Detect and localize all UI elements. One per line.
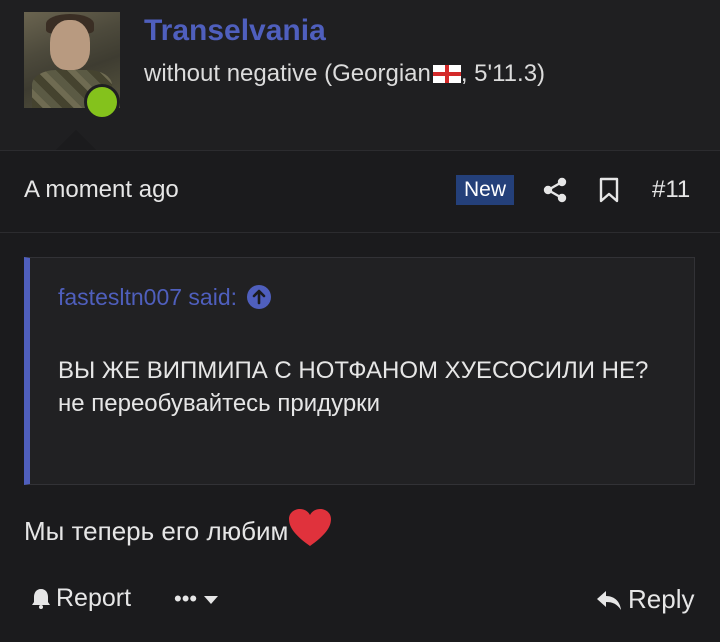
post-number-link[interactable]: #11 <box>652 176 690 204</box>
quote-author[interactable]: fastesltn007 said: <box>58 284 237 310</box>
share-icon[interactable] <box>542 177 568 203</box>
georgian-flag-icon <box>432 65 461 83</box>
heart-icon <box>289 509 332 546</box>
chevron-down-icon <box>204 596 219 604</box>
more-options-button[interactable]: ••• <box>174 586 219 612</box>
quote-body: ВЫ ЖЕ ВИПМИПА С НОТФАНОМ ХУЕСОСИЛИ НЕ? н… <box>58 354 658 420</box>
arrow-up-icon[interactable] <box>247 285 272 309</box>
message-arrow <box>56 130 96 150</box>
report-label: Report <box>56 584 132 612</box>
post-header: Transelvania without negative (Georgian,… <box>0 0 720 151</box>
post-meta-bar: A moment ago New #11 <box>0 150 720 233</box>
quote-line: ВЫ ЖЕ ВИПМИПА С НОТФАНОМ ХУЕСОСИЛИ НЕ? <box>58 357 649 384</box>
user-title-suffix: , 5'11.3) <box>460 60 546 87</box>
post-timestamp[interactable]: A moment ago <box>24 176 179 204</box>
avatar-face <box>50 20 90 70</box>
warning-icon <box>32 589 50 609</box>
more-label: ••• <box>174 586 198 611</box>
reply-label: Reply <box>628 584 695 614</box>
post-message: Мы теперь его любим <box>24 508 332 548</box>
bookmark-icon[interactable] <box>598 177 620 203</box>
quote-line: не переобувайтесь придурки <box>58 390 381 417</box>
user-title: without negative (Georgian , 5'11.3) <box>144 60 545 88</box>
username[interactable]: Transelvania <box>144 14 326 48</box>
message-text: Мы теперь его любим <box>24 516 289 546</box>
quote-block: fastesltn007 said: ВЫ ЖЕ ВИПМИПА С НОТФА… <box>24 257 695 485</box>
quote-header[interactable]: fastesltn007 said: <box>58 284 272 311</box>
post-footer: Report ••• Reply <box>0 572 720 632</box>
reply-button[interactable]: Reply <box>596 584 694 615</box>
user-title-prefix: without negative (Georgian <box>144 60 431 87</box>
report-button[interactable]: Report <box>30 584 131 613</box>
new-badge: New <box>456 175 515 205</box>
reply-icon <box>597 591 621 610</box>
online-indicator <box>84 84 120 120</box>
